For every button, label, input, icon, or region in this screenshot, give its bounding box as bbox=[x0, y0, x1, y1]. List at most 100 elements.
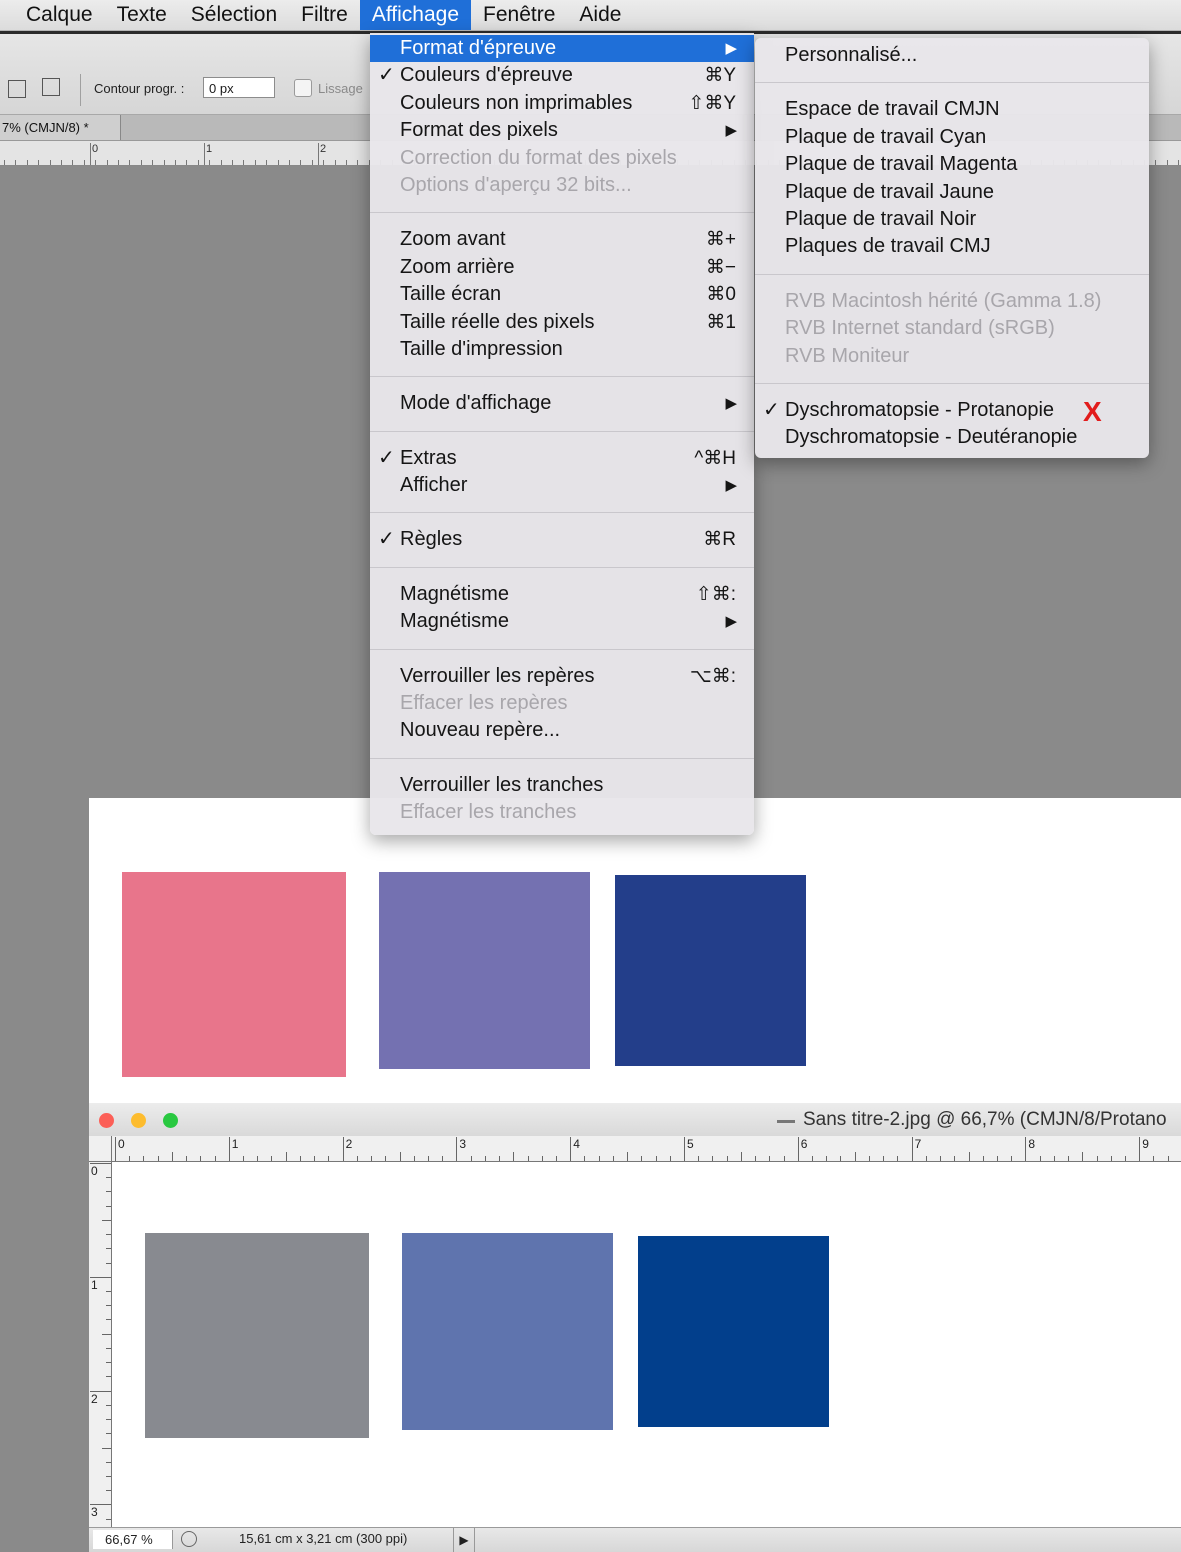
affichage-menu-divider bbox=[370, 212, 754, 214]
ruler-tick bbox=[243, 160, 245, 165]
format-submenu-item-0[interactable]: Personnalisé... bbox=[755, 42, 1149, 69]
menubar-item-0[interactable]: Calque bbox=[0, 0, 105, 30]
minimize-window-button[interactable] bbox=[131, 1113, 146, 1128]
format-submenu-item-label: Dyschromatopsie - Protanopie bbox=[785, 398, 1055, 421]
ruler-tick bbox=[1155, 160, 1157, 165]
document-proxy-icon bbox=[777, 1120, 795, 1123]
format-submenu-item-6[interactable]: Plaque de travail Noir bbox=[755, 206, 1149, 233]
affichage-menu-item-27[interactable]: Verrouiller les tranches bbox=[370, 772, 754, 799]
add-selection-icon[interactable] bbox=[42, 78, 60, 96]
ruler-tick bbox=[755, 1156, 757, 1161]
ruler-tick bbox=[413, 1156, 415, 1161]
swatch-purple bbox=[379, 872, 590, 1069]
toolbar-separator bbox=[80, 74, 81, 106]
format-submenu-item-3[interactable]: Plaque de travail Cyan bbox=[755, 124, 1149, 151]
ruler-tick bbox=[1178, 160, 1180, 165]
ruler-tick bbox=[95, 160, 97, 165]
affichage-menu-item-7[interactable]: Zoom avant ⌘+ bbox=[370, 226, 754, 253]
affichage-menu-item-10[interactable]: Taille réelle des pixels ⌘1 bbox=[370, 309, 754, 336]
format-submenu-item-4[interactable]: Plaque de travail Magenta bbox=[755, 151, 1149, 178]
ruler-tick bbox=[698, 1156, 700, 1161]
format-submenu-item-14[interactable]: Dyschromatopsie - Deutéranopie bbox=[755, 424, 1149, 451]
ruler-tick bbox=[314, 1156, 316, 1161]
ruler-number: 6 bbox=[800, 1137, 808, 1151]
ruler-tick bbox=[684, 1137, 685, 1161]
new-selection-icon[interactable] bbox=[8, 80, 26, 98]
format-submenu-item-2[interactable]: Espace de travail CMJN bbox=[755, 96, 1149, 123]
affichage-menu-item-23[interactable]: Verrouiller les repères ⌥⌘: bbox=[370, 663, 754, 690]
contour-input[interactable]: 0 px bbox=[203, 77, 275, 98]
ruler-tick bbox=[102, 1219, 111, 1221]
affichage-menu-item-11[interactable]: Taille d'impression bbox=[370, 336, 754, 363]
affichage-menu-item-1[interactable]: ✓ Couleurs d'épreuve ⌘Y bbox=[370, 62, 754, 89]
ruler-tick bbox=[499, 1156, 501, 1161]
affichage-menu-item-28: Effacer les tranches bbox=[370, 799, 754, 826]
ruler-tick bbox=[228, 1137, 230, 1161]
format-submenu-item-5[interactable]: Plaque de travail Jaune bbox=[755, 179, 1149, 206]
window-titlebar: Sans titre-2.jpg @ 66,7% (CMJN/8/Protano bbox=[89, 1103, 1181, 1137]
affichage-menu-divider bbox=[370, 376, 754, 378]
ruler-tick bbox=[106, 1404, 111, 1406]
menubar-item-5[interactable]: Fenêtre bbox=[471, 0, 567, 30]
menubar-item-6[interactable]: Aide bbox=[567, 0, 633, 30]
ruler-tick bbox=[1110, 1156, 1112, 1161]
ruler-number: 1 bbox=[91, 1277, 98, 1292]
ruler-tick bbox=[106, 1475, 111, 1477]
zoom-field[interactable]: 66,67 % bbox=[93, 1530, 173, 1549]
format-submenu-item-7[interactable]: Plaques de travail CMJ bbox=[755, 233, 1149, 260]
horizontal-ruler[interactable]: 0 1 2 3 4 5 6 7 8 9 bbox=[89, 1136, 1181, 1162]
affichage-menu-item-3[interactable]: Format des pixels ▶ bbox=[370, 117, 754, 144]
menu-bar: Calque Texte Sélection Filtre Affichage Fenêt… bbox=[0, 0, 1181, 31]
checkmark-icon: ✓ bbox=[763, 398, 780, 421]
menubar-item-4[interactable]: Affichage bbox=[359, 0, 472, 30]
affichage-menu-item-label: Effacer les tranches bbox=[400, 801, 577, 824]
affichage-menu-item-13[interactable]: Mode d'affichage ▶ bbox=[370, 390, 754, 417]
vertical-ruler[interactable]: 0 1 2 3 bbox=[89, 1161, 112, 1527]
affichage-menu-item-label: Taille d'impression bbox=[400, 337, 563, 360]
affichage-menu-item-8[interactable]: Zoom arrière ⌘− bbox=[370, 254, 754, 281]
ruler-tick bbox=[277, 160, 279, 165]
ruler-tick bbox=[940, 1156, 942, 1161]
ruler-number: 0 bbox=[92, 143, 99, 155]
menubar-item-3[interactable]: Filtre bbox=[289, 0, 360, 30]
lissage-checkbox[interactable] bbox=[294, 79, 312, 97]
menubar-item-1[interactable]: Texte bbox=[105, 0, 179, 30]
ruler-tick bbox=[106, 1347, 111, 1349]
ruler-tick bbox=[925, 1156, 927, 1161]
ruler-tick bbox=[115, 1137, 116, 1161]
ruler-tick bbox=[954, 1156, 956, 1161]
affichage-menu-item-18[interactable]: ✓ Règles ⌘R bbox=[370, 526, 754, 553]
affichage-menu-item-2[interactable]: Couleurs non imprimables ⇧⌘Y bbox=[370, 90, 754, 117]
document-tab[interactable]: 7% (CMJN/8) * bbox=[0, 115, 121, 140]
shortcut-label: ⌘+ bbox=[705, 229, 736, 251]
affichage-menu-item-21[interactable]: Magnétisme ▶ bbox=[370, 608, 754, 635]
affichage-menu-item-label: Couleurs non imprimables bbox=[400, 91, 633, 114]
ruler-tick bbox=[1053, 1156, 1055, 1161]
format-submenu-item-label: RVB Macintosh hérité (Gamma 1.8) bbox=[785, 289, 1102, 312]
ruler-origin-corner[interactable] bbox=[89, 1136, 112, 1162]
ruler-number: 1 bbox=[231, 1137, 239, 1151]
format-submenu-item-label: Personnalisé... bbox=[785, 44, 918, 66]
format-submenu-item-label: Plaque de travail Noir bbox=[785, 207, 977, 230]
zoom-window-button[interactable] bbox=[163, 1113, 178, 1128]
ruler-number: 5 bbox=[687, 1137, 694, 1151]
ruler-tick bbox=[26, 160, 28, 165]
affichage-menu-item-15[interactable]: ✓ Extras ^⌘H bbox=[370, 445, 754, 472]
affichage-menu-item-16[interactable]: Afficher ▶ bbox=[370, 472, 754, 499]
ruler-tick bbox=[996, 1156, 998, 1161]
timer-icon[interactable] bbox=[181, 1531, 197, 1547]
status-menu-arrow-icon[interactable]: ▶ bbox=[453, 1528, 475, 1552]
affichage-menu-item-0[interactable]: Format d'épreuve ▶ bbox=[370, 35, 754, 63]
affichage-menu-item-20[interactable]: Magnétisme ⇧⌘: bbox=[370, 581, 754, 608]
affichage-menu-item-label: Correction du format des pixels bbox=[400, 146, 677, 169]
close-window-button[interactable] bbox=[99, 1113, 114, 1128]
ruler-tick bbox=[797, 1137, 799, 1161]
status-bar: 66,67 % 15,61 cm x 3,21 cm (300 ppi) ▶ bbox=[89, 1527, 1181, 1552]
affichage-menu-item-9[interactable]: Taille écran ⌘0 bbox=[370, 281, 754, 308]
format-submenu-item-10: RVB Internet standard (sRGB) bbox=[755, 315, 1149, 342]
ruler-number: 7 bbox=[914, 1137, 922, 1151]
affichage-menu-item-25[interactable]: Nouveau repère... bbox=[370, 717, 754, 744]
menubar-item-2[interactable]: Sélection bbox=[179, 0, 289, 30]
ruler-tick bbox=[157, 1156, 159, 1161]
ruler-tick bbox=[106, 1234, 111, 1236]
